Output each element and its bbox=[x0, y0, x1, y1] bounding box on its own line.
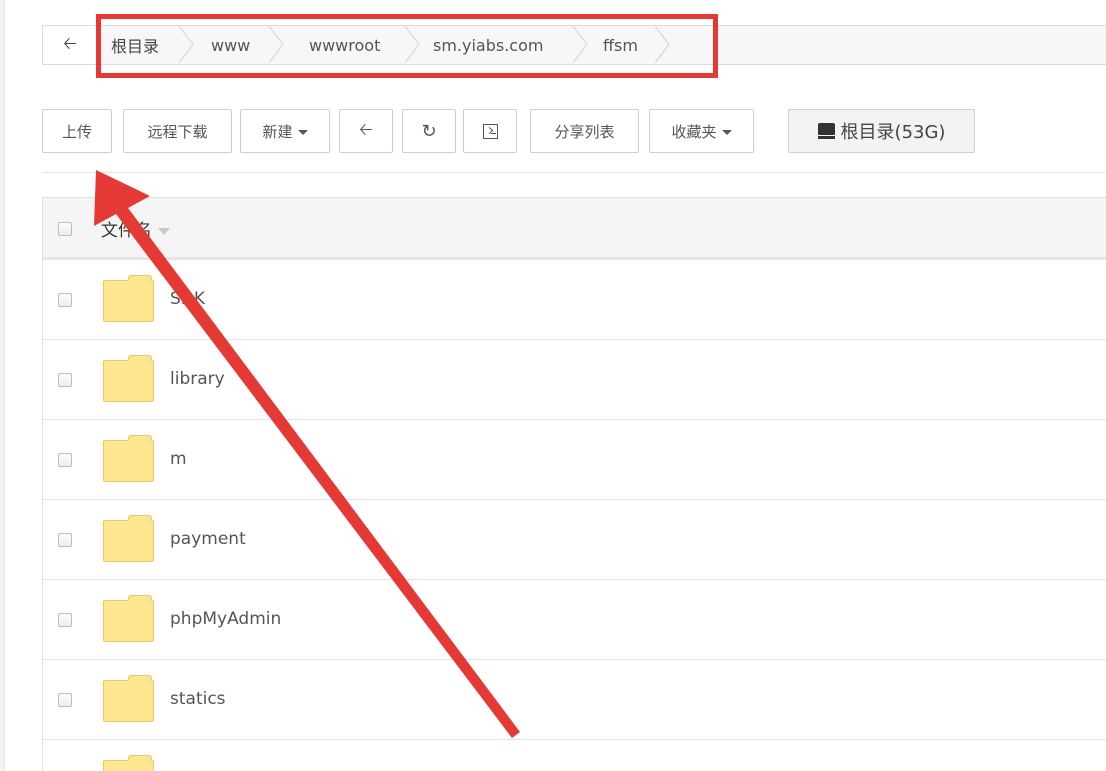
folder-icon bbox=[103, 355, 154, 402]
breadcrumb-item-ffsm[interactable]: ffsm bbox=[591, 26, 673, 64]
new-dropdown-button[interactable]: 新建 bbox=[240, 109, 330, 153]
table-row[interactable]: phpMyAdmin bbox=[43, 580, 1106, 660]
back-arrow-button[interactable]: 🡠 bbox=[43, 26, 98, 64]
file-name[interactable]: library bbox=[170, 369, 225, 389]
file-list-header: 文件名 bbox=[43, 198, 1106, 260]
breadcrumb-label: wwwroot bbox=[309, 35, 381, 55]
file-list: 文件名 SDK library m payment phpMyAdmin sta… bbox=[42, 197, 1106, 771]
breadcrumb: 根目录 www wwwroot sm.yiabs.com ffsm bbox=[97, 26, 673, 64]
row-checkbox[interactable] bbox=[58, 453, 72, 467]
file-name[interactable]: SDK bbox=[170, 289, 205, 309]
breadcrumb-item-domain[interactable]: sm.yiabs.com bbox=[423, 26, 591, 64]
refresh-button[interactable]: ↻ bbox=[402, 109, 456, 153]
table-row[interactable]: payment bbox=[43, 500, 1106, 580]
breadcrumb-label: www bbox=[211, 35, 251, 55]
row-checkbox[interactable] bbox=[58, 693, 72, 707]
favorites-dropdown-button[interactable]: 收藏夹 bbox=[649, 109, 754, 153]
breadcrumb-item-wwwroot[interactable]: wwwroot bbox=[287, 26, 423, 64]
table-row[interactable]: statics bbox=[43, 660, 1106, 740]
breadcrumb-item-www[interactable]: www bbox=[197, 26, 287, 64]
remote-download-button[interactable]: 远程下载 bbox=[123, 109, 232, 153]
folder-icon bbox=[103, 515, 154, 562]
upload-label: 上传 bbox=[61, 122, 92, 141]
breadcrumb-label: 根目录 bbox=[111, 37, 160, 56]
breadcrumb-item-root[interactable]: 根目录 bbox=[97, 26, 197, 64]
share-list-label: 分享列表 bbox=[554, 122, 615, 141]
caret-down-icon bbox=[721, 129, 732, 135]
table-row[interactable]: SDK bbox=[43, 260, 1106, 340]
caret-down-icon bbox=[297, 129, 308, 135]
row-checkbox[interactable] bbox=[58, 373, 72, 387]
folder-icon bbox=[103, 675, 154, 722]
new-label: 新建 bbox=[262, 122, 293, 141]
row-checkbox[interactable] bbox=[58, 293, 72, 307]
folder-icon bbox=[103, 435, 154, 482]
hdd-icon bbox=[817, 123, 835, 139]
breadcrumb-label: sm.yiabs.com bbox=[433, 35, 544, 55]
filename-column-header[interactable]: 文件名 bbox=[101, 216, 170, 241]
file-name[interactable]: m bbox=[170, 449, 187, 469]
share-list-button[interactable]: 分享列表 bbox=[530, 109, 639, 153]
folder-icon bbox=[103, 755, 154, 771]
favorites-label: 收藏夹 bbox=[671, 122, 717, 141]
table-row[interactable]: m bbox=[43, 420, 1106, 500]
terminal-icon bbox=[482, 123, 498, 139]
file-manager-page: 🡠 根目录 www wwwroot sm.yiabs.com ffsm 上传 远… bbox=[0, 0, 1106, 771]
select-all-checkbox[interactable] bbox=[58, 222, 72, 236]
folder-icon bbox=[103, 275, 154, 322]
arrow-left-icon: 🡠 bbox=[63, 33, 77, 54]
sort-caret-icon bbox=[158, 227, 170, 235]
terminal-button[interactable] bbox=[463, 109, 517, 153]
toolbar-divider bbox=[42, 172, 1106, 173]
left-edge-border bbox=[0, 0, 5, 771]
breadcrumb-bar: 🡠 根目录 www wwwroot sm.yiabs.com ffsm bbox=[42, 25, 1106, 65]
disk-button[interactable]: 根目录(53G) bbox=[788, 109, 975, 153]
filename-header-label: 文件名 bbox=[101, 221, 152, 241]
file-name[interactable]: statics bbox=[170, 689, 226, 709]
remote-download-label: 远程下载 bbox=[147, 122, 208, 141]
refresh-icon: ↻ bbox=[421, 120, 437, 142]
row-checkbox[interactable] bbox=[58, 613, 72, 627]
folder-icon bbox=[103, 595, 154, 642]
file-name[interactable]: payment bbox=[170, 529, 246, 549]
arrow-left-icon: 🡠 bbox=[359, 119, 373, 140]
table-row[interactable]: library bbox=[43, 340, 1106, 420]
file-name[interactable]: phpMyAdmin bbox=[170, 609, 281, 629]
row-checkbox[interactable] bbox=[58, 533, 72, 547]
disk-label: 根目录(53G) bbox=[840, 122, 946, 143]
table-row[interactable] bbox=[43, 740, 1106, 771]
upload-button[interactable]: 上传 bbox=[42, 109, 112, 153]
breadcrumb-label: ffsm bbox=[603, 35, 638, 55]
back-button[interactable]: 🡠 bbox=[339, 109, 393, 153]
